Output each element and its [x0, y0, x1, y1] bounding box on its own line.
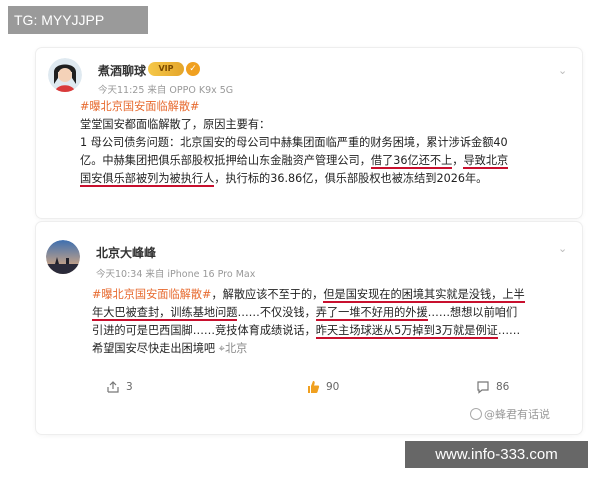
- vip-badge: VIP: [148, 62, 184, 76]
- username[interactable]: 北京大峰峰: [96, 244, 156, 261]
- chevron-down-icon[interactable]: ⌄: [558, 242, 568, 255]
- content-line: 引进的可是巴西国脚……竞技体育成绩说话，昨天主场球迷从5万掉到3万就是例证……: [92, 322, 570, 340]
- share-count: 3: [126, 381, 133, 393]
- underlined-text: 昨天主场球迷从5万掉到3万就是例证: [315, 324, 498, 339]
- topic-link[interactable]: #曝北京国安面临解散#: [80, 100, 199, 113]
- underlined-text: 导致北京: [463, 154, 509, 169]
- location-label: 北京: [224, 342, 248, 355]
- comment-count: 86: [496, 381, 510, 393]
- comment-icon: [477, 381, 489, 394]
- share-button[interactable]: 3: [106, 380, 133, 394]
- content-text: ，执行标的36.86亿，俱乐部股权也被冻结到2026年。: [214, 172, 488, 185]
- post-content: #曝北京国安面临解散#，解散应该不至于的，但是国安现在的困境其实就是没钱，上半 …: [92, 286, 570, 358]
- underlined-text: 借了36亿还不上: [370, 154, 453, 169]
- post-meta: 今天11:25 来自 OPPO K9x 5G: [98, 85, 234, 96]
- post-content: #曝北京国安面临解散# 堂堂国安都面临解散了，原因主要有： 1 母公司债务问题：…: [80, 98, 572, 188]
- location-tag[interactable]: ⌖北京: [219, 342, 248, 355]
- content-line: 1 母公司债务问题：北京国安的母公司中赫集团面临严重的财务困境，累计涉诉金额40: [80, 136, 508, 149]
- underlined-text: 年大巴被查封，训练基地问题: [92, 306, 238, 321]
- underlined-text: 但是国安现在的困境其实就是没钱，上半: [323, 288, 525, 303]
- content-line: 希望国安尽快走出困境吧 ⌖北京: [92, 340, 570, 358]
- content-text: ……: [497, 324, 521, 337]
- content-line: #曝北京国安面临解散#，解散应该不至于的，但是国安现在的困境其实就是没钱，上半: [92, 286, 570, 304]
- avatar[interactable]: [48, 58, 82, 92]
- like-count: 90: [326, 381, 340, 393]
- weibo-post-1: 煮酒聊球 VIP ✓ 今天11:25 来自 OPPO K9x 5G ⌄ #曝北京…: [36, 48, 582, 218]
- content-text: 引进的可是巴西国脚……竞技体育成绩说话，: [92, 324, 316, 337]
- content-line: 亿。中赫集团把俱乐部股权抵押给山东金融资产管理公司，借了36亿还不上，导致北京: [80, 152, 572, 170]
- source-credit-text: @蜂君有话说: [484, 408, 550, 421]
- content-text: 亿。中赫集团把俱乐部股权抵押给山东金融资产管理公司，: [80, 154, 371, 167]
- content-text: ，解散应该不至于的，: [211, 288, 324, 301]
- thumb-up-icon: [308, 381, 320, 393]
- tg-tag: TG: MYYJJPP: [8, 6, 148, 34]
- source-credit: @蜂君有话说: [470, 406, 550, 422]
- content-line: 堂堂国安都面临解散了，原因主要有：: [80, 118, 271, 131]
- underlined-text: 国安俱乐部被列为被执行人: [80, 172, 215, 187]
- like-button[interactable]: 90: [306, 380, 339, 394]
- camera-icon: [470, 408, 482, 420]
- content-text: ……想想以前咱们: [427, 306, 518, 319]
- chevron-down-icon[interactable]: ⌄: [558, 64, 568, 77]
- verified-icon: ✓: [186, 62, 200, 76]
- avatar[interactable]: [46, 240, 80, 274]
- comment-button[interactable]: 86: [476, 380, 509, 394]
- content-line: 年大巴被查封，训练基地问题……不仅没钱，弄了一堆不好用的外援……想想以前咱们: [92, 304, 570, 322]
- username[interactable]: 煮酒聊球: [98, 62, 146, 79]
- topic-link[interactable]: #曝北京国安面临解散#: [92, 288, 211, 301]
- content-text: ……不仅没钱，: [237, 306, 316, 319]
- content-text: 希望国安尽快走出困境吧: [92, 342, 216, 355]
- content-text: ，: [452, 154, 464, 167]
- underlined-text: 弄了一堆不好用的外援: [315, 306, 428, 321]
- post-actions: 3 90 86: [36, 380, 582, 402]
- weibo-post-2: 北京大峰峰 今天10:34 来自 iPhone 16 Pro Max ⌄ #曝北…: [36, 222, 582, 434]
- post-meta: 今天10:34 来自 iPhone 16 Pro Max: [96, 269, 256, 280]
- site-watermark: www.info-333.com: [405, 441, 588, 468]
- share-icon: [107, 381, 119, 393]
- content-line: 国安俱乐部被列为被执行人，执行标的36.86亿，俱乐部股权也被冻结到2026年。: [80, 170, 572, 188]
